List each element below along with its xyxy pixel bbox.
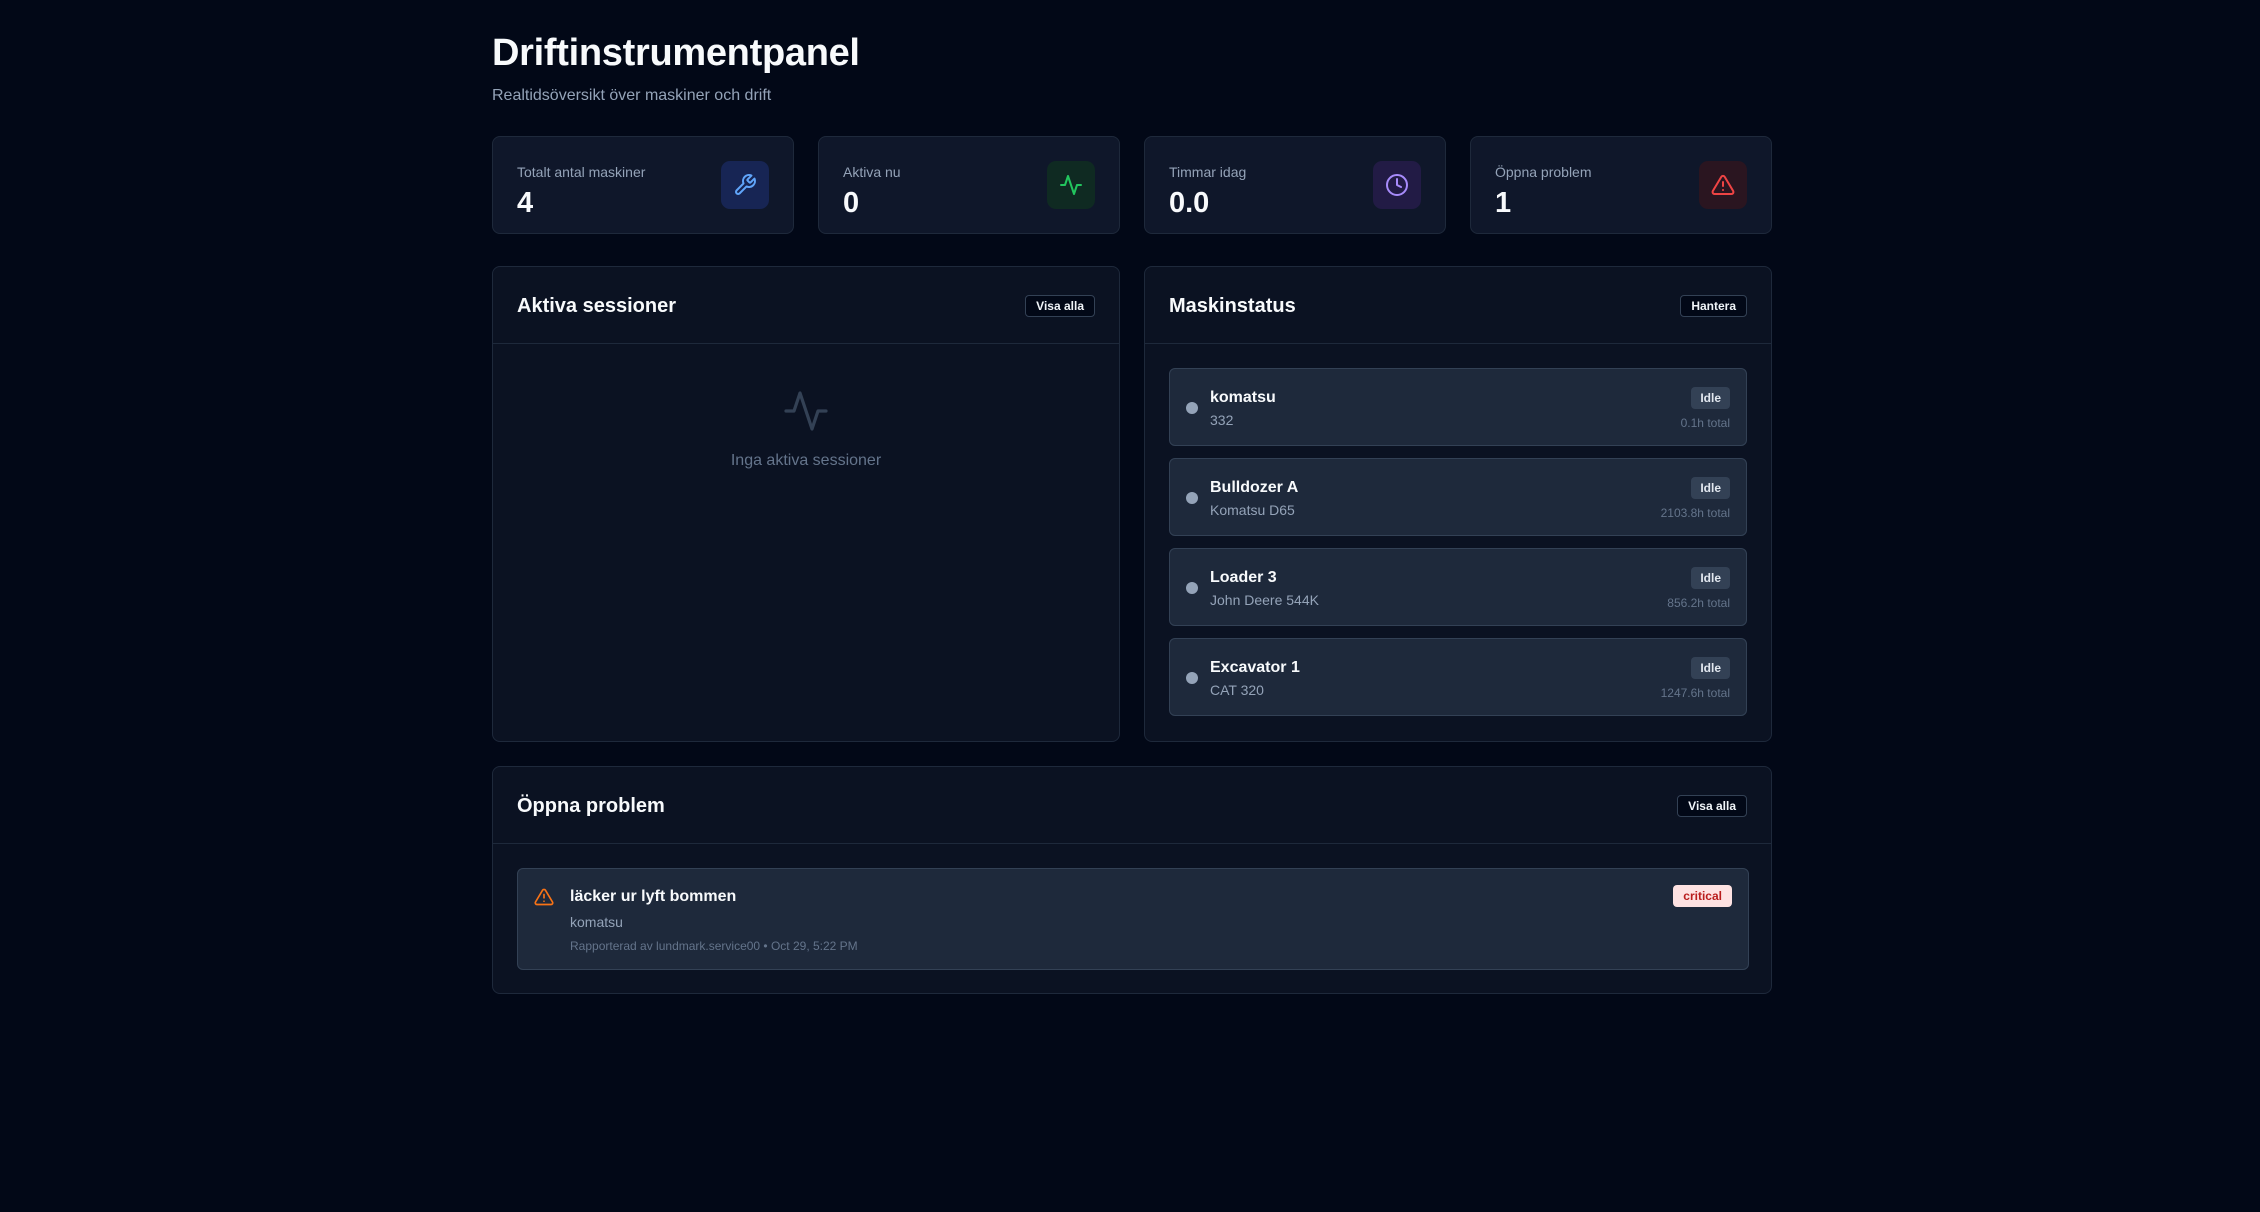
status-badge: Idle [1691, 477, 1730, 499]
machine-hours: 2103.8h total [1660, 506, 1730, 520]
activity-icon [782, 391, 830, 439]
status-badge: Idle [1691, 567, 1730, 589]
machine-row[interactable]: Bulldozer A Komatsu D65 Idle 2103.8h tot… [1169, 458, 1747, 536]
stat-label: Öppna problem [1495, 164, 1592, 180]
stat-value: 0.0 [1169, 187, 1210, 219]
machine-row[interactable]: Loader 3 John Deere 544K Idle 856.2h tot… [1169, 548, 1747, 626]
stats-row: Totalt antal maskiner 4 Aktiva nu 0 Timm… [492, 136, 1772, 234]
alert-triangle-icon [1699, 161, 1747, 209]
stat-label: Timmar idag [1169, 164, 1247, 180]
machine-model: 332 [1210, 412, 1234, 428]
machine-model: Komatsu D65 [1210, 502, 1295, 518]
status-dot [1186, 492, 1198, 504]
machine-row[interactable]: komatsu 332 Idle 0.1h total [1169, 368, 1747, 446]
card-header: Öppna problem Visa alla [493, 767, 1771, 844]
card-title: Öppna problem [517, 795, 665, 817]
machine-name: Excavator 1 [1210, 659, 1300, 676]
page-subtitle: Realtidsöversikt över maskiner och drift [492, 87, 772, 104]
page-header: Driftinstrumentpanel Realtidsöversikt öv… [492, 32, 860, 105]
page-title: Driftinstrumentpanel [492, 32, 860, 74]
machine-hours: 0.1h total [1680, 416, 1730, 430]
machine-row[interactable]: Excavator 1 CAT 320 Idle 1247.6h total [1169, 638, 1747, 716]
card-title: Aktiva sessioner [517, 295, 676, 317]
status-dot [1186, 672, 1198, 684]
status-dot [1186, 582, 1198, 594]
machine-model: CAT 320 [1210, 682, 1264, 698]
view-all-sessions-button[interactable]: Visa alla [1025, 295, 1095, 317]
view-all-problems-button[interactable]: Visa alla [1677, 795, 1747, 817]
card-header: Aktiva sessioner Visa alla [493, 267, 1119, 344]
stat-value: 4 [517, 187, 534, 219]
activity-icon [1047, 161, 1095, 209]
card-header: Maskinstatus Hantera [1145, 267, 1771, 344]
status-dot [1186, 402, 1198, 414]
card-title: Maskinstatus [1169, 295, 1296, 317]
status-badge: Idle [1691, 387, 1730, 409]
stat-card-open-problems: Öppna problem 1 [1470, 136, 1772, 234]
machine-status-card: Maskinstatus Hantera komatsu 332 Idle 0.… [1144, 266, 1772, 742]
manage-machines-button[interactable]: Hantera [1680, 295, 1747, 317]
stat-value: 1 [1495, 187, 1512, 219]
stat-label: Totalt antal maskiner [517, 164, 646, 180]
machine-name: Loader 3 [1210, 569, 1277, 586]
empty-state: Inga aktiva sessioner [493, 387, 1119, 470]
clock-icon [1373, 161, 1421, 209]
stat-card-hours-today: Timmar idag 0.0 [1144, 136, 1446, 234]
problem-machine: komatsu [570, 914, 623, 930]
open-problems-card: Öppna problem Visa alla läcker ur lyft b… [492, 766, 1772, 994]
machine-hours: 1247.6h total [1660, 686, 1730, 700]
empty-state-text: Inga aktiva sessioner [730, 452, 882, 469]
machine-name: Bulldozer A [1210, 479, 1299, 496]
stat-card-active-now: Aktiva nu 0 [818, 136, 1120, 234]
problem-item[interactable]: läcker ur lyft bommen komatsu Rapportera… [517, 868, 1749, 970]
severity-badge: critical [1673, 885, 1732, 907]
machine-model: John Deere 544K [1210, 592, 1319, 608]
problem-title: läcker ur lyft bommen [570, 888, 737, 905]
wrench-icon [721, 161, 769, 209]
status-badge: Idle [1691, 657, 1730, 679]
machine-name: komatsu [1210, 389, 1276, 406]
stat-value: 0 [843, 187, 860, 219]
active-sessions-card: Aktiva sessioner Visa alla Inga aktiva s… [492, 266, 1120, 742]
alert-triangle-icon [534, 887, 554, 912]
problem-reported: Rapporterad av lundmark.service00 • Oct … [570, 939, 858, 953]
machine-hours: 856.2h total [1667, 596, 1730, 610]
stat-card-total-machines: Totalt antal maskiner 4 [492, 136, 794, 234]
stat-label: Aktiva nu [843, 164, 901, 180]
